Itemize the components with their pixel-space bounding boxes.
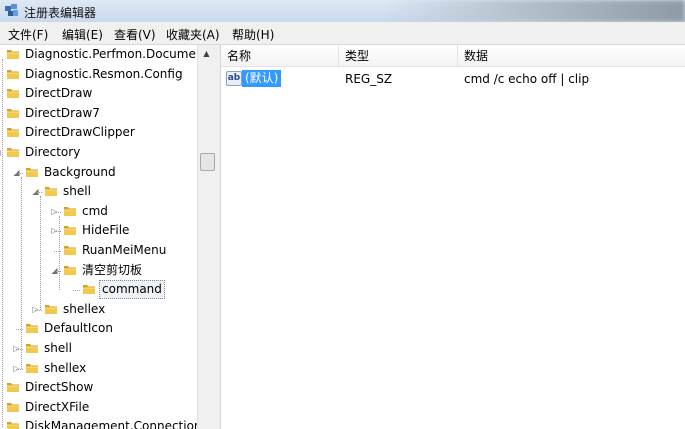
column-header-data[interactable]: 数据 [458,45,685,67]
registry-tree[interactable]: Diagnostic.Perfmon.Document Diagnostic.Re… [0,45,197,429]
folder-icon [45,304,57,314]
folder-icon [45,187,57,197]
window-title: 注册表编辑器 [24,6,97,20]
string-value-icon: ab [226,71,242,86]
folder-icon [7,108,19,118]
menu-help[interactable]: 帮助(H) [232,26,274,43]
folder-icon [64,226,76,236]
tree-item[interactable]: DefaultIcon [0,319,197,338]
tree-item-label: Directory [25,145,81,159]
folder-icon [26,167,38,177]
title-bar: 注册表编辑器 [0,0,685,22]
tree-item[interactable]: ▷ shellex [0,359,197,378]
tree-item[interactable]: ◢ Background [0,163,197,182]
menu-file[interactable]: 文件(F) [8,26,48,43]
menu-view[interactable]: 查看(V) [114,26,156,43]
tree-item-label: shell [63,184,91,199]
tree-item[interactable]: Diagnostic.Perfmon.Document [0,45,197,64]
folder-icon [7,50,19,59]
folder-icon [26,344,38,353]
tree-item[interactable]: ▷ shellex [0,300,197,319]
tree-connector [16,368,23,370]
tree-guide-line [2,59,3,428]
folder-icon [26,324,38,334]
tree-item[interactable]: DirectDraw [0,84,197,103]
folder-icon [64,206,76,216]
folder-icon [7,402,19,412]
folder-icon [7,383,19,393]
tree-connector [54,211,61,213]
tree-item-label: DirectDraw [25,86,93,101]
folder-icon [7,89,19,99]
column-header-type[interactable]: 类型 [339,45,458,67]
column-header-name[interactable]: 名称 [221,45,339,67]
values-list[interactable]: 名称 类型 数据 ab (默认) REG_SZ cmd /c echo off … [221,45,685,429]
tree-item-label: Diagnostic.Perfmon.Document [25,47,197,61]
folder-icon [64,246,76,255]
tree-item[interactable]: ◢ 清空剪切板 [0,261,197,280]
scrollbar-thumb[interactable] [200,153,215,171]
tree-item-label: DiskManagement.Connection [25,419,197,429]
tree-item-label: DirectDraw7 [25,105,100,120]
tree-item-label: HideFile [82,223,130,238]
value-type: REG_SZ [345,72,393,86]
tree-item-label: DirectDrawClipper [25,125,135,140]
tree-item-label: RuanMeiMenu [82,243,167,257]
tree-item[interactable]: ▷ shell [0,339,197,358]
tree-item-label: shell [44,341,72,355]
folder-icon [83,285,95,295]
registry-editor-app-icon [5,4,18,16]
folder-icon [7,128,19,138]
tree-item[interactable]: ▷ HideFile [0,221,197,240]
tree-item-label: shellex [44,360,87,375]
tree-connector [35,309,42,311]
folder-icon [7,69,19,79]
value-data: cmd /c echo off | clip [464,72,590,86]
tree-item-label: DirectShow [25,380,94,395]
tree-connector [16,172,23,174]
menu-edit[interactable]: 编辑(E) [62,26,103,43]
folder-icon [64,265,76,275]
tree-item-label: Diagnostic.Resmon.Config [25,66,183,81]
value-name[interactable]: (默认) [242,70,282,87]
tree-item-label: cmd [82,203,108,218]
tree-item[interactable]: DirectShow [0,378,197,397]
scroll-up-arrow-icon[interactable]: ▲ [198,45,215,62]
tree-item-label: 清空剪切板 [82,262,143,277]
tree-item[interactable]: DirectDraw7 [0,104,197,123]
menu-favorites[interactable]: 收藏夹(A) [166,26,220,43]
tree-item-label: DirectXFile [25,399,90,414]
tree-item[interactable]: ◢Directory [0,143,197,162]
tree-item-label: shellex [63,301,106,316]
folder-icon [7,422,19,429]
tree-guide-line [40,196,41,310]
tree-item[interactable]: Diagnostic.Resmon.Config [0,65,197,84]
tree-guide-line [21,176,22,369]
tree-item[interactable]: ▷ cmd [0,202,197,221]
menu-bar: 文件(F) 编辑(E) 查看(V) 收藏夹(A) 帮助(H) [0,22,685,45]
tree-scrollbar[interactable]: ▲ [197,45,215,429]
folder-icon [26,363,38,373]
tree-item[interactable]: command [0,280,197,300]
window-controls-blurred [385,0,685,22]
tree-guide-line [59,215,60,291]
tree-item-label: command [99,280,165,300]
tree-item[interactable]: RuanMeiMenu [0,241,197,260]
folder-icon [7,148,19,157]
tree-item[interactable]: DiskManagement.Connection [0,417,197,429]
tree-item[interactable]: DirectXFile [0,398,197,417]
tree-connector [73,290,80,292]
tree-item[interactable]: ◢ shell [0,182,197,201]
value-row[interactable]: ab (默认) REG_SZ cmd /c echo off | clip [221,69,685,89]
tree-item-label: Background [44,164,116,179]
tree-item[interactable]: DirectDrawClipper [0,123,197,142]
tree-connector [35,192,42,194]
tree-item-label: DefaultIcon [44,321,113,336]
